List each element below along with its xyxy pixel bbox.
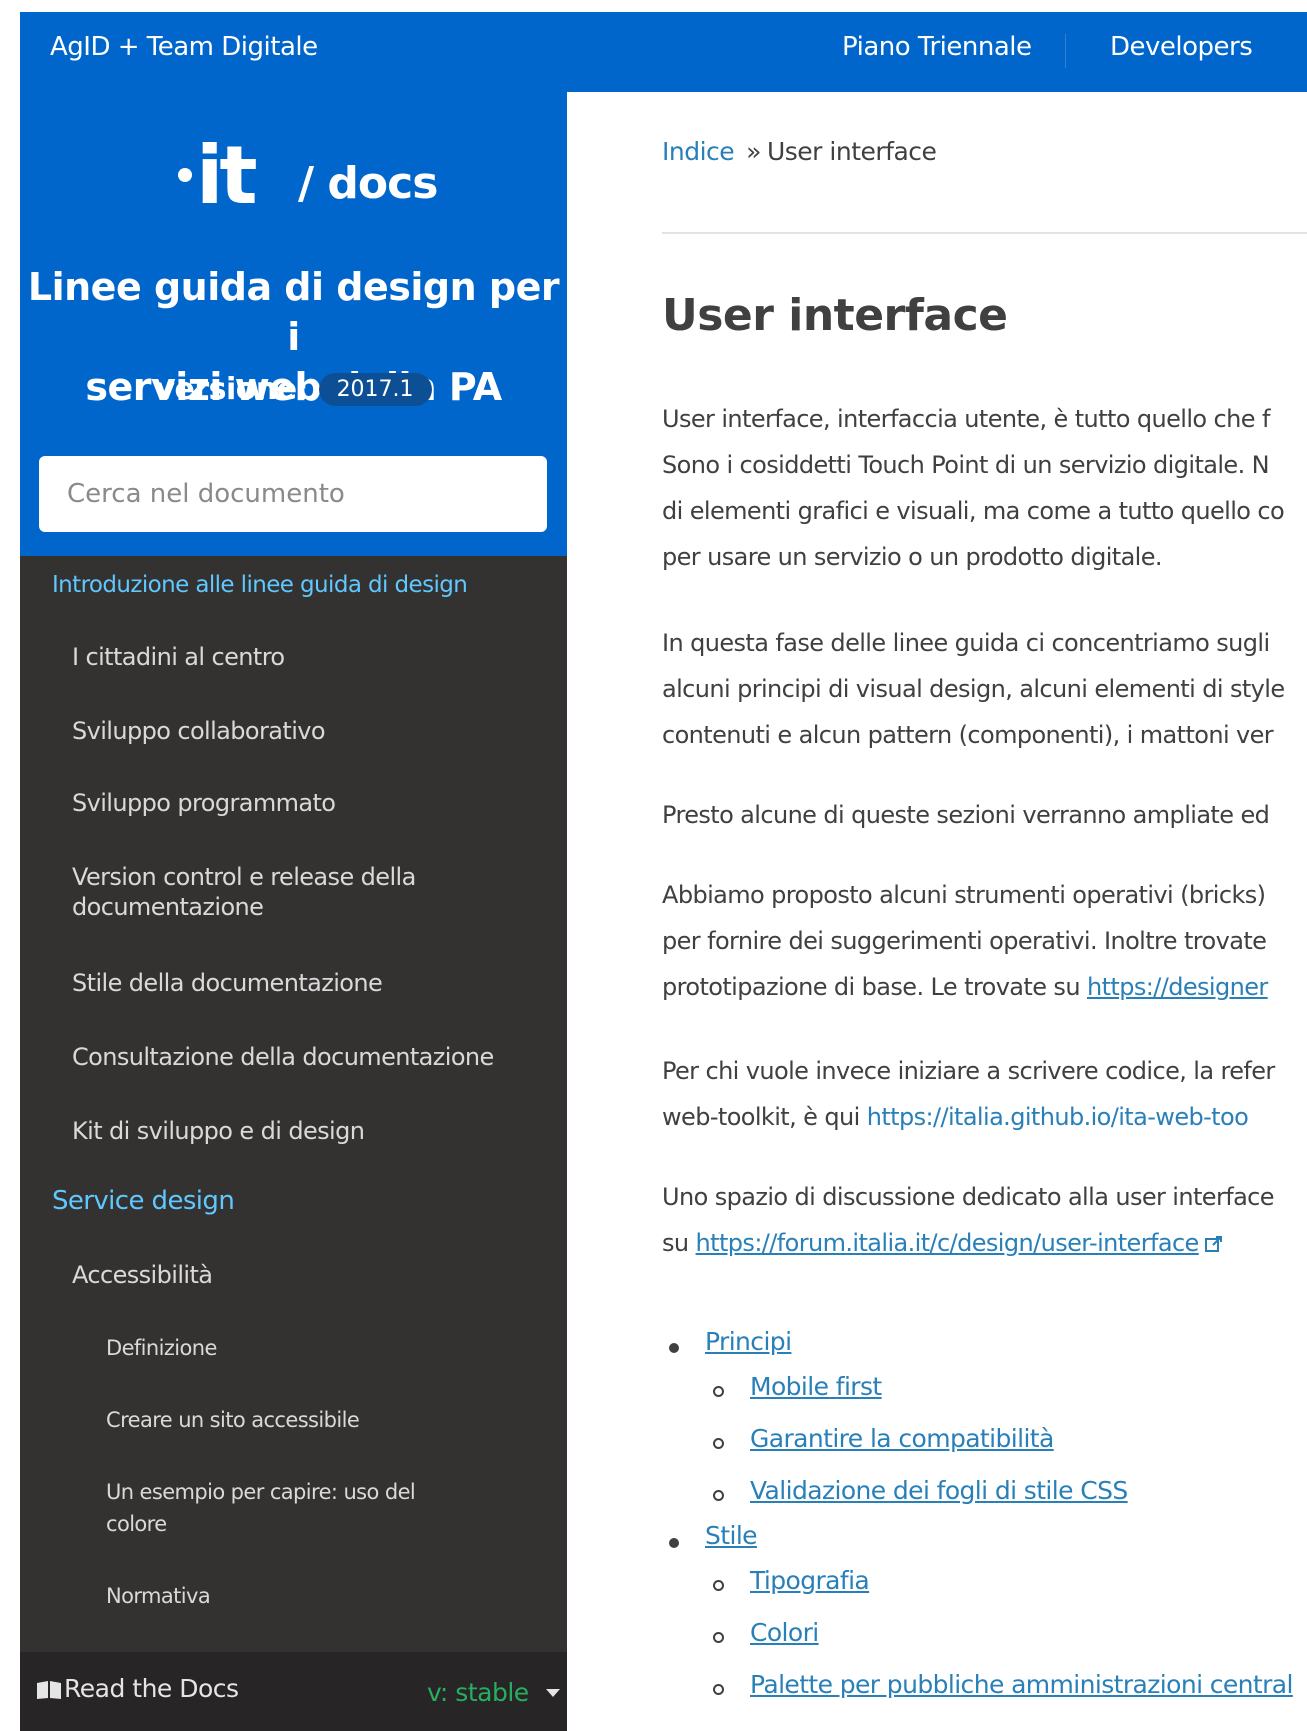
circle-bullet-icon xyxy=(713,1490,724,1501)
paragraph-line: In questa fase delle linee guida ci conc… xyxy=(662,629,1270,657)
circle-bullet-icon xyxy=(713,1580,724,1591)
nav-developers[interactable]: Developers xyxy=(1110,32,1253,62)
breadcrumb: Indice » User interface xyxy=(662,137,937,166)
read-the-docs-label: Read the Docs xyxy=(64,1674,239,1703)
paragraph-line: Presto alcune di queste sezioni verranno… xyxy=(662,801,1270,829)
circle-bullet-icon xyxy=(713,1632,724,1643)
document-title-line-1: Linee guida di design per i xyxy=(27,265,560,359)
breadcrumb-separator: » xyxy=(746,137,761,166)
nav-piano-triennale[interactable]: Piano Triennale xyxy=(842,32,1032,62)
divider xyxy=(662,232,1307,234)
paragraph-line: Sono i cosiddetti Touch Point di un serv… xyxy=(662,451,1270,479)
sidebar-item-label: Un esempio per capire: uso del xyxy=(106,1480,416,1504)
designer-link[interactable]: https://designer xyxy=(1087,973,1268,1001)
main-content: Indice» User interface User interface Use… xyxy=(567,92,1307,1731)
paragraph-toolkit: Per chi vuole invece iniziare a scrivere… xyxy=(662,1048,1307,1140)
paragraph-line: su https://forum.italia.it/c/design/user… xyxy=(662,1220,1307,1266)
sidebar-item-creare-sito[interactable]: Creare un sito accessibile xyxy=(106,1404,546,1436)
sidebar-item-sviluppo-programmato[interactable]: Sviluppo programmato xyxy=(72,788,552,818)
circle-bullet-icon xyxy=(713,1684,724,1695)
caret-down-icon xyxy=(546,1689,560,1697)
sidebar-item-introduzione[interactable]: Introduzione alle linee guida di design xyxy=(52,572,552,598)
toc-link-compatibilita[interactable]: Garantire la compatibilità xyxy=(750,1424,1054,1453)
sidebar-item-definizione[interactable]: Definizione xyxy=(106,1332,546,1364)
version-selector[interactable]: v: stable xyxy=(427,1678,529,1707)
sidebar-item-label: Version control e release della xyxy=(72,863,416,891)
logo-it-text: it xyxy=(196,129,258,222)
paragraph-text: su xyxy=(662,1229,696,1257)
sidebar-item-label: colore xyxy=(106,1512,167,1536)
paragraph-line: prototipazione di base. Le trovate su ht… xyxy=(662,964,1307,1010)
toc-link-principi[interactable]: Principi xyxy=(705,1327,792,1356)
toc-link-colori[interactable]: Colori xyxy=(750,1618,819,1647)
paragraph-line: di elementi grafici e visuali, ma come a… xyxy=(662,497,1285,525)
sidebar-item-esempio-colore[interactable]: Un esempio per capire: uso del colore xyxy=(106,1476,546,1540)
circle-bullet-icon xyxy=(713,1438,724,1449)
paragraph-line: Abbiamo proposto alcuni strumenti operat… xyxy=(662,881,1266,909)
sidebar: it / docs Linee guida di design per i se… xyxy=(20,92,567,1731)
toc-link-stile[interactable]: Stile xyxy=(705,1521,758,1550)
sidebar-item-stile[interactable]: Stile della documentazione xyxy=(72,968,552,998)
external-link-icon xyxy=(1204,1236,1222,1252)
bullet-icon xyxy=(669,1538,679,1548)
paragraph-forum: Uno spazio di discussione dedicato alla … xyxy=(662,1174,1307,1266)
paragraph-line: web-toolkit, è qui https://italia.github… xyxy=(662,1094,1307,1140)
page: AgID + Team Digitale Piano Triennale Dev… xyxy=(0,0,1307,1731)
paragraph-text: web-toolkit, è qui xyxy=(662,1103,867,1131)
logo-dot xyxy=(178,168,192,182)
read-the-docs-bar[interactable]: Read the Docs v: stable xyxy=(20,1652,567,1731)
paragraph-intro: User interface, interfaccia utente, è tu… xyxy=(662,396,1307,580)
paragraph-line: Per chi vuole invece iniziare a scrivere… xyxy=(662,1057,1275,1085)
docs-italia-logo[interactable]: it / docs xyxy=(150,136,450,222)
paragraph-line: alcuni principi di visual design, alcuni… xyxy=(662,675,1285,703)
forum-link[interactable]: https://forum.italia.it/c/design/user-in… xyxy=(696,1229,1200,1257)
circle-bullet-icon xyxy=(713,1386,724,1397)
paragraph-line: Uno spazio di discussione dedicato alla … xyxy=(662,1183,1275,1211)
paragraph-text: prototipazione di base. Le trovate su xyxy=(662,973,1087,1001)
version-badge: 2017.1 xyxy=(318,373,432,406)
sidebar-item-sviluppo-collaborativo[interactable]: Sviluppo collaborativo xyxy=(72,716,552,746)
toolkit-link[interactable]: https://italia.github.io/ita-web-too xyxy=(867,1103,1249,1131)
sidebar-item-cittadini[interactable]: I cittadini al centro xyxy=(72,642,552,672)
paragraph-line: contenuti e alcun pattern (componenti), … xyxy=(662,721,1274,749)
breadcrumb-current: User interface xyxy=(766,137,937,166)
sidebar-item-kit[interactable]: Kit di sviluppo e di design xyxy=(72,1116,552,1146)
paragraph-presto: Presto alcune di queste sezioni verranno… xyxy=(662,792,1307,838)
sidebar-header: it / docs Linee guida di design per i se… xyxy=(20,92,567,556)
version-row: versione: 2017.1 xyxy=(20,372,567,407)
page-title: User interface xyxy=(662,290,1008,341)
toc-link-validazione-css[interactable]: Validazione dei fogli di stile CSS xyxy=(750,1476,1128,1505)
sidebar-item-label: documentazione xyxy=(72,893,264,921)
sidebar-item-service-design[interactable]: Service design xyxy=(52,1186,552,1216)
bullet-icon xyxy=(669,1343,679,1353)
paragraph-bricks: Abbiamo proposto alcuni strumenti operat… xyxy=(662,872,1307,1010)
paragraph-line: per fornire dei suggerimenti operativi. … xyxy=(662,927,1267,955)
nav-separator xyxy=(1065,34,1066,68)
toc-link-tipografia[interactable]: Tipografia xyxy=(750,1566,870,1595)
breadcrumb-home-link[interactable]: Indice xyxy=(662,137,735,166)
search-input[interactable] xyxy=(39,456,547,532)
sidebar-item-accessibilita[interactable]: Accessibilità xyxy=(72,1260,552,1290)
top-bar: AgID + Team Digitale Piano Triennale Dev… xyxy=(20,12,1307,92)
version-label: versione: xyxy=(155,372,309,407)
toc-link-palette[interactable]: Palette per pubbliche amministrazioni ce… xyxy=(750,1670,1293,1699)
toc-link-mobile-first[interactable]: Mobile first xyxy=(750,1372,882,1401)
brand-link[interactable]: AgID + Team Digitale xyxy=(50,32,318,62)
sidebar-item-consultazione[interactable]: Consultazione della documentazione xyxy=(72,1042,552,1072)
paragraph-line: User interface, interfaccia utente, è tu… xyxy=(662,405,1270,433)
logo-docs-text: / docs xyxy=(298,158,438,209)
sidebar-item-version-control[interactable]: Version control e release della document… xyxy=(72,862,552,922)
paragraph-focus: In questa fase delle linee guida ci conc… xyxy=(662,620,1307,758)
sidebar-item-normativa[interactable]: Normativa xyxy=(106,1580,546,1612)
paragraph-line: per usare un servizio o un prodotto digi… xyxy=(662,543,1163,571)
book-icon xyxy=(37,1681,61,1699)
